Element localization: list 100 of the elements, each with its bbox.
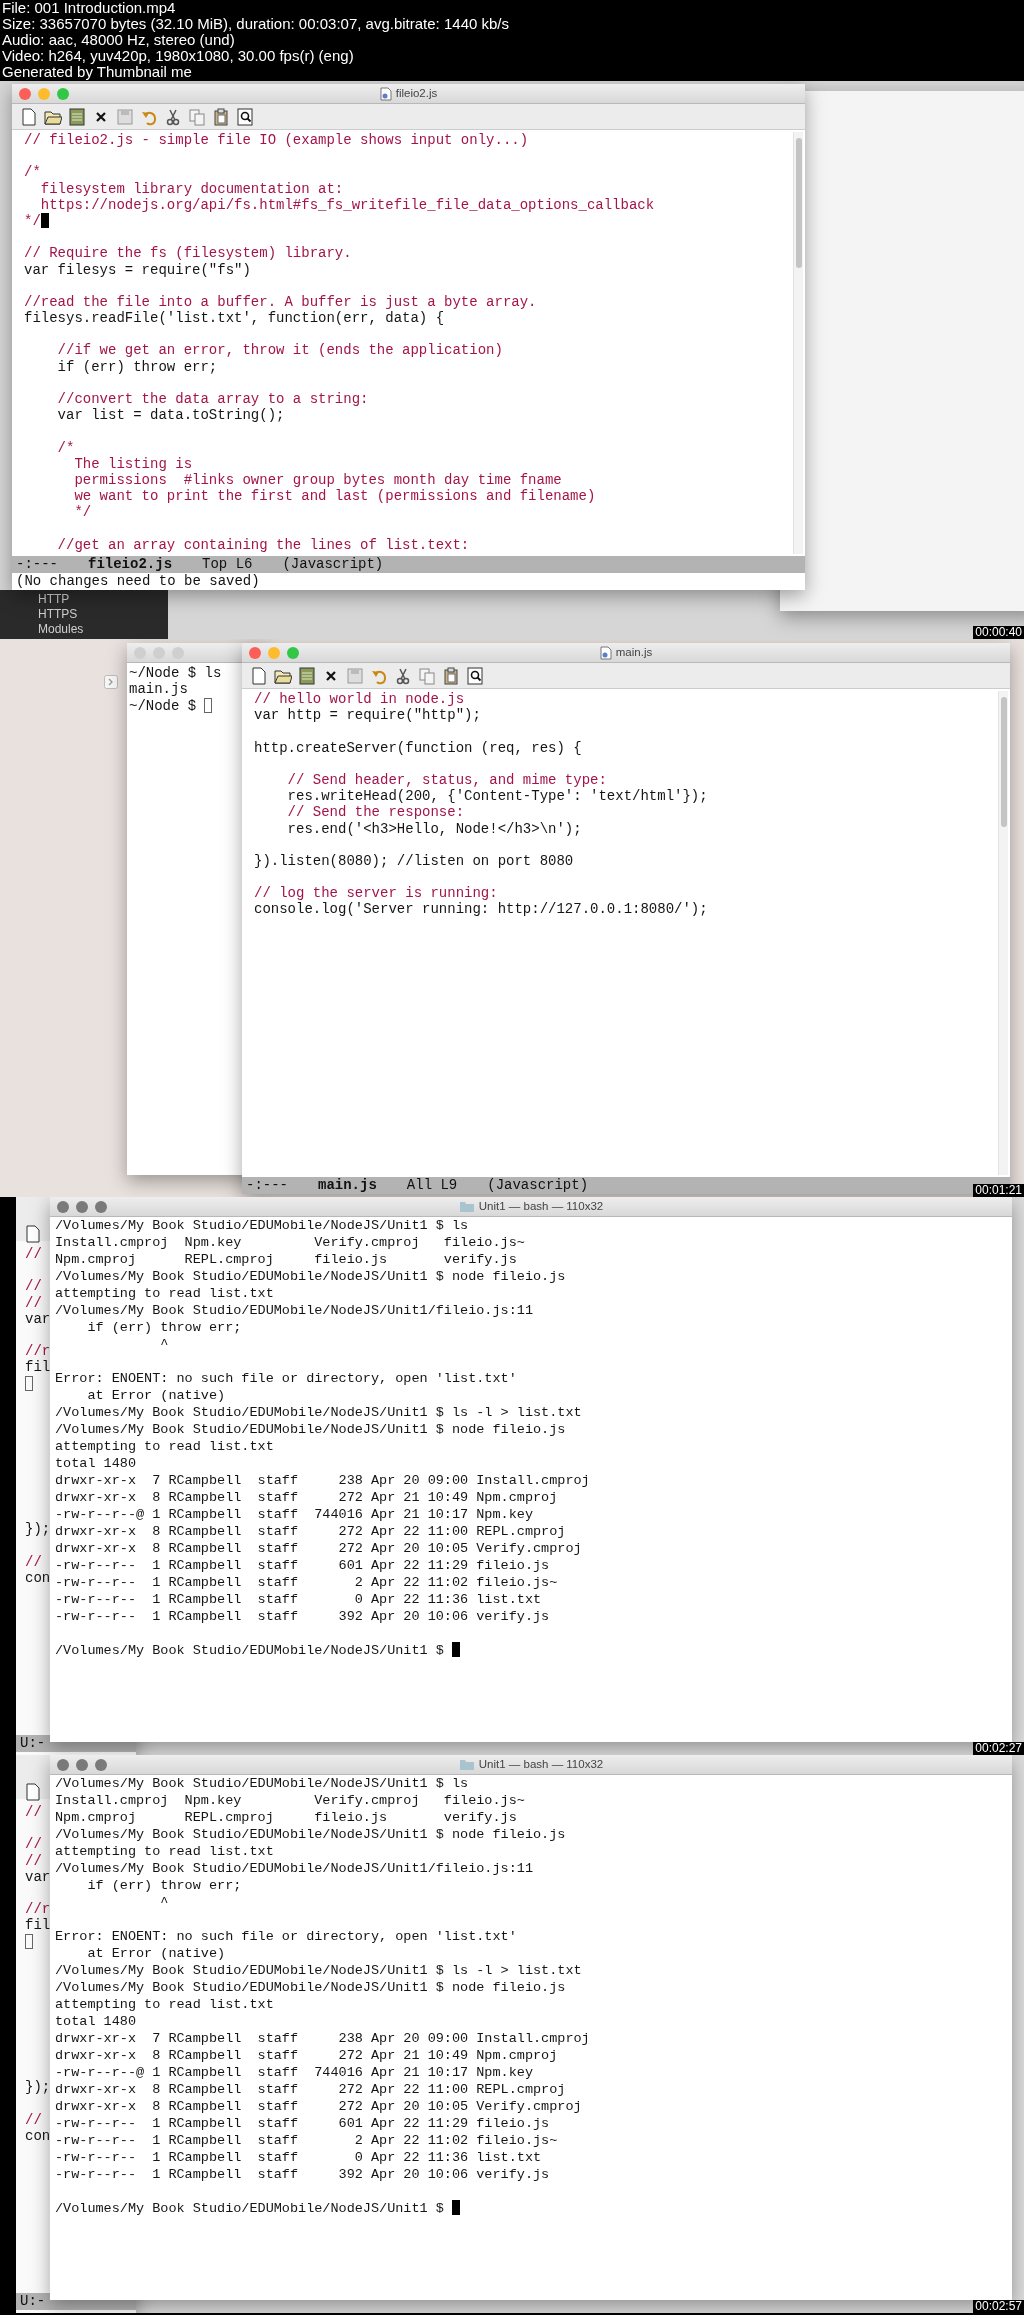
cut-icon[interactable] — [164, 107, 182, 126]
scrollbar[interactable] — [793, 132, 803, 554]
notebook-icon[interactable] — [68, 107, 86, 126]
scrollbar[interactable] — [998, 691, 1008, 1175]
code-line: // Send header, status, and mime type: — [286, 771, 607, 788]
zoom-window-button[interactable] — [57, 88, 69, 100]
copy-icon[interactable] — [418, 666, 436, 685]
terminal-line: /Volumes/My Book Studio/EDUMobile/NodeJS/Unit1 $ node fileio.js — [55, 1269, 566, 1284]
zoom-window-button[interactable] — [95, 1201, 107, 1213]
chevron-icon[interactable] — [104, 675, 118, 689]
code-line: // — [25, 1804, 42, 1820]
terminal-line: drwxr-xr-x 8 RCampbell staff 272 Apr 20 10:05 Verify.cmproj — [55, 1541, 582, 1556]
terminal-line: -rw-r--r--@ 1 RCampbell staff 744016 Apr 21 10:17 Npm.key — [55, 2065, 533, 2080]
code-line: The listing is — [73, 455, 193, 472]
info-line: Size: 33657070 bytes (32.10 MiB), duration: 00:03:07, avg.bitrate: 1440 kb/s — [2, 16, 509, 32]
code-line: permissions #links owner group bytes month day time fname — [73, 471, 562, 488]
terminal-line: drwxr-xr-x 7 RCampbell staff 238 Apr 20 09:00 Install.cmproj — [55, 1473, 590, 1488]
code-line: con — [25, 1569, 51, 1586]
code-line: res.end('<h3>Hello, Node!</h3>\n'); — [286, 820, 582, 837]
terminal-line: /Volumes/My Book Studio/EDUMobile/NodeJS/Unit1 $ ls -l > list.txt — [55, 1963, 582, 1978]
code-line: // — [25, 1278, 42, 1295]
new-file-icon[interactable] — [250, 666, 268, 685]
terminal-line: ~/Node $ ls — [129, 665, 222, 681]
sidebar-item[interactable]: HTTP — [38, 592, 70, 607]
terminal-line: drwxr-xr-x 8 RCampbell staff 272 Apr 22 11:00 REPL.cmproj — [55, 2082, 566, 2097]
search-icon[interactable] — [236, 107, 254, 126]
timestamp: 00:00:40 — [973, 626, 1024, 639]
paste-icon[interactable] — [212, 107, 230, 126]
terminal-line: -rw-r--r-- 1 RCampbell staff 392 Apr 20 10:06 verify.js — [55, 2167, 550, 2182]
info-line: Video: h264, yuv420p, 1980x1080, 30.00 fps(r) (eng) — [2, 48, 354, 64]
sidebar-item[interactable]: HTTPS — [38, 607, 78, 622]
zoom-window-button[interactable] — [95, 1759, 107, 1771]
terminal-line: Install.cmproj Npm.key Verify.cmproj fileio.js~ — [55, 1793, 525, 1808]
terminal-line: /Volumes/My Book Studio/EDUMobile/NodeJS/Unit1 $ ls — [55, 1218, 469, 1233]
terminal-line: at Error (native) — [86, 1388, 226, 1403]
terminal-line: attempting to read list.txt — [55, 1439, 274, 1454]
info-line: Audio: aac, 48000 Hz, stereo (und) — [2, 32, 235, 48]
close-window-button[interactable] — [57, 1759, 69, 1771]
terminal-line: -rw-r--r-- 1 RCampbell staff 2 Apr 22 11:02 fileio.js~ — [55, 2133, 558, 2148]
notebook-icon[interactable] — [298, 666, 316, 685]
code-line: filesystem library documentation at: — [39, 180, 344, 197]
code-line: // fileio2.js - simple file IO (example shows input only...) — [24, 132, 529, 148]
terminal-line: /Volumes/My Book Studio/EDUMobile/NodeJS/Unit1 $ — [55, 2201, 444, 2216]
copy-icon[interactable] — [188, 107, 206, 126]
code-line: console.log('Server running: http://127.0.0.1:8080/'); — [254, 901, 708, 918]
terminal-line: /Volumes/My Book Studio/EDUMobile/NodeJS/Unit1 $ node fileio.js — [55, 1422, 566, 1437]
code-line: con — [25, 2127, 51, 2144]
info-line: File: 001 Introduction.mp4 — [2, 0, 176, 16]
cursor-position: Top L6 — [202, 556, 253, 573]
terminal-line: /Volumes/My Book Studio/EDUMobile/NodeJS/Unit1 $ ls — [55, 1776, 469, 1791]
code-line: res.writeHead(200, {'Content-Type': 'text/html'}); — [286, 788, 708, 805]
close-window-button[interactable] — [57, 1201, 69, 1213]
zoom-window-button[interactable] — [287, 647, 299, 659]
echo-area-message: (No changes need to be saved) — [15, 573, 261, 590]
terminal-line: /Volumes/My Book Studio/EDUMobile/NodeJS/Unit1 $ — [55, 1643, 444, 1658]
terminal-line: Install.cmproj Npm.key Verify.cmproj fileio.js~ — [55, 1235, 525, 1250]
code-line: if (err) throw err; — [56, 358, 218, 375]
code-line: //read the file into a buffer. A buffer is just a byte array. — [24, 293, 537, 310]
close-window-button[interactable] — [19, 88, 31, 100]
code-line: // — [25, 2111, 42, 2128]
code-line: // — [25, 1294, 42, 1311]
code-line: http.createServer(function (req, res) { — [254, 739, 582, 756]
terminal-line: if (err) throw err; — [86, 1320, 242, 1335]
cut-icon[interactable] — [394, 666, 412, 685]
search-icon[interactable] — [466, 666, 484, 685]
window-title: Unit1 — bash — 110x32 — [478, 1198, 604, 1214]
new-file-icon[interactable] — [24, 1224, 42, 1243]
code-line: we want to print the first and last (permissions and filename) — [73, 488, 596, 505]
code-line: //r — [25, 1343, 51, 1360]
code-line: }); — [25, 2079, 51, 2096]
new-file-icon[interactable] — [20, 107, 38, 126]
major-mode: (Javascript) — [282, 556, 384, 573]
major-mode: (Javascript) — [487, 1177, 589, 1194]
timestamp: 00:02:27 — [973, 1742, 1024, 1755]
paste-icon[interactable] — [442, 666, 460, 685]
minimize-window-button[interactable] — [76, 1201, 88, 1213]
terminal-line: drwxr-xr-x 8 RCampbell staff 272 Apr 20 10:05 Verify.cmproj — [55, 2099, 582, 2114]
code-line: // Send the response: — [286, 804, 465, 821]
minimize-window-button[interactable] — [76, 1759, 88, 1771]
sidebar-item[interactable]: Modules — [38, 622, 84, 637]
window-title: fileio2.js — [395, 85, 438, 101]
document-icon — [379, 86, 392, 101]
terminal-line: main.js — [129, 681, 188, 698]
terminal-line: drwxr-xr-x 8 RCampbell staff 272 Apr 21 10:49 Npm.cmproj — [55, 1490, 558, 1505]
terminal-line: total 1480 — [55, 1456, 136, 1471]
close-window-button[interactable] — [249, 647, 261, 659]
new-file-icon[interactable] — [24, 1782, 42, 1801]
mode-line-status: -:--- — [16, 556, 58, 573]
code-line: // hello world in node.js — [254, 691, 465, 707]
buffer-name: main.js — [318, 1177, 377, 1194]
code-line: //convert the data array to a string: — [56, 391, 369, 407]
terminal-line: ^ — [159, 1337, 169, 1352]
timestamp: 00:02:57 — [973, 2300, 1024, 2313]
terminal-line: drwxr-xr-x 8 RCampbell staff 272 Apr 21 10:49 Npm.cmproj — [55, 2048, 558, 2063]
code-line: fil — [25, 1917, 51, 1934]
terminal-line: drwxr-xr-x 7 RCampbell staff 238 Apr 20 09:00 Install.cmproj — [55, 2031, 590, 2046]
code-line: fil — [25, 1359, 51, 1376]
code-line: var http = require("http"); — [254, 707, 481, 724]
window-title: main.js — [615, 644, 653, 660]
code-line: // Require the fs (filesystem) library. — [24, 245, 352, 262]
